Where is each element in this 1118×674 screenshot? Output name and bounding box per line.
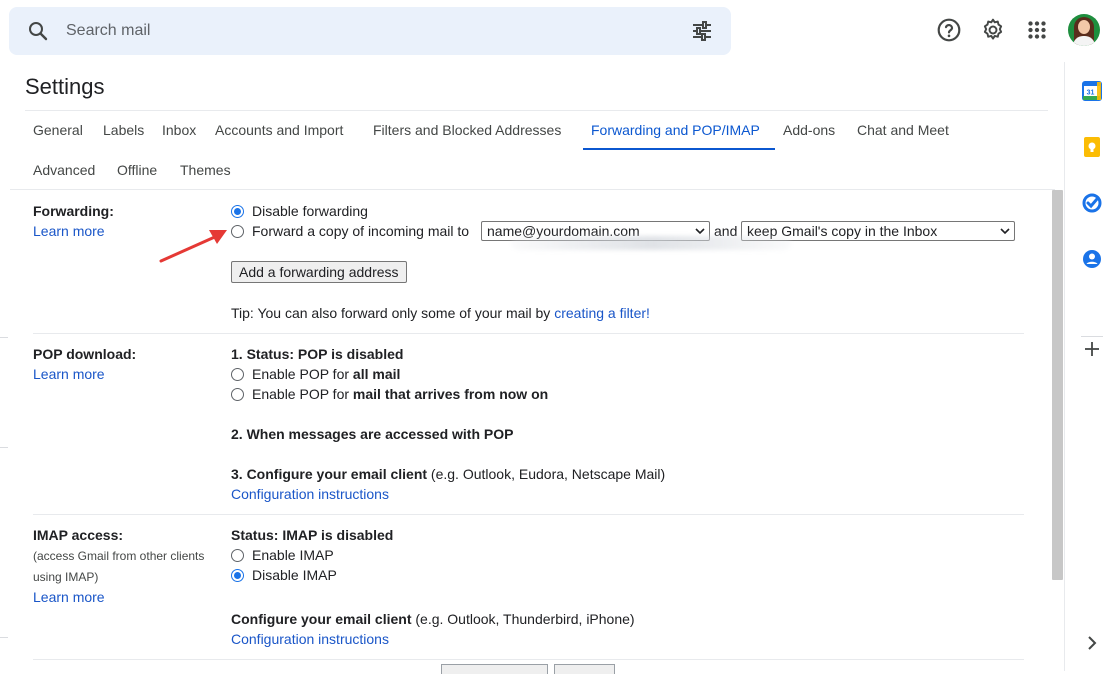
imap-configuration-instructions-link[interactable]: Configuration instructions (231, 631, 389, 647)
section-divider (33, 514, 1024, 515)
avatar-face (1078, 20, 1090, 34)
svg-text:31: 31 (1087, 90, 1095, 97)
left-edge-mark (0, 637, 8, 638)
tab-labels[interactable]: Labels (103, 122, 144, 138)
cancel-button[interactable] (554, 664, 615, 674)
tab-accounts-and-import[interactable]: Accounts and Import (215, 122, 343, 138)
search-input[interactable]: Search mail (66, 22, 150, 40)
tabs-bottom-divider (10, 189, 1055, 190)
pop-accessed-heading: 2. When messages are accessed with POP (231, 426, 514, 442)
red-arrow-annotation (159, 230, 227, 263)
help-icon[interactable] (936, 17, 962, 43)
imap-learn-more-link[interactable]: Learn more (33, 589, 105, 605)
left-edge-mark (0, 337, 8, 338)
pop-configure-note: (e.g. Outlook, Eudora, Netscape Mail) (427, 466, 666, 482)
keep-icon[interactable] (1081, 136, 1103, 158)
pop-learn-more-link[interactable]: Learn more (33, 366, 105, 382)
forwarding-tip-text: Tip: You can also forward only some of y… (231, 305, 555, 321)
page-title: Settings (25, 74, 105, 99)
tab-add-ons[interactable]: Add-ons (783, 122, 835, 138)
tune-icon[interactable] (690, 19, 714, 43)
forwarding-tip: Tip: You can also forward only some of y… (231, 305, 650, 321)
creating-filter-link[interactable]: creating a filter! (554, 305, 650, 321)
enable-imap-label: Enable IMAP (252, 547, 334, 563)
active-tab-indicator (583, 148, 775, 150)
pop-configuration-instructions-link[interactable]: Configuration instructions (231, 486, 389, 502)
tab-chat-and-meet[interactable]: Chat and Meet (857, 122, 949, 138)
imap-access-label: IMAP access: (33, 527, 124, 543)
enable-pop-now-radio[interactable] (231, 388, 244, 401)
tab-filters-and-blocked[interactable]: Filters and Blocked Addresses (373, 122, 561, 138)
enable-pop-all-radio[interactable] (231, 368, 244, 381)
imap-subtext-2: using IMAP) (33, 570, 99, 584)
search-icon[interactable] (26, 19, 50, 43)
chevron-right-icon[interactable] (1081, 632, 1103, 654)
pop-download-label: POP download: (33, 346, 137, 362)
tab-themes[interactable]: Themes (180, 162, 231, 178)
section-divider (33, 659, 1024, 660)
enable-pop-now-prefix: Enable POP for (252, 386, 353, 402)
forwarding-label: Forwarding: (33, 203, 114, 219)
tab-advanced[interactable]: Advanced (33, 162, 95, 178)
tab-inbox[interactable]: Inbox (162, 122, 196, 138)
section-divider (33, 333, 1024, 334)
gear-icon[interactable] (980, 17, 1006, 43)
imap-status: Status: IMAP is disabled (231, 527, 394, 543)
plus-icon[interactable] (1081, 338, 1103, 360)
tab-general[interactable]: General (33, 122, 83, 138)
enable-pop-now-bold: mail that arrives from now on (352, 386, 549, 402)
enable-pop-now-label: Enable POP for mail that arrives from no… (252, 386, 548, 402)
search-bar[interactable]: Search mail (9, 7, 731, 55)
left-edge-mark (0, 447, 8, 448)
tasks-icon[interactable] (1081, 192, 1103, 214)
settings-scrollbar[interactable] (1052, 190, 1063, 580)
tab-forwarding-pop-imap[interactable]: Forwarding and POP/IMAP (591, 122, 760, 138)
disabled-pop-select-blur (511, 236, 791, 250)
pop-configure-line: 3. Configure your email client (e.g. Out… (231, 466, 665, 482)
enable-pop-all-label: Enable POP for all mail (252, 366, 400, 382)
side-panel-divider (1081, 336, 1103, 337)
tabs-top-divider (25, 110, 1048, 111)
imap-configure-line: Configure your email client (e.g. Outloo… (231, 611, 635, 627)
contacts-icon[interactable] (1081, 248, 1103, 270)
chevron-down-icon (1000, 228, 1010, 235)
avatar[interactable] (1068, 14, 1100, 46)
enable-pop-all-prefix: Enable POP for (252, 366, 353, 382)
pop-status: 1. Status: POP is disabled (231, 346, 404, 362)
pop-configure-heading: 3. Configure your email client (231, 466, 428, 482)
tab-offline[interactable]: Offline (117, 162, 157, 178)
disable-forwarding-label: Disable forwarding (252, 203, 368, 219)
add-forwarding-address-button[interactable]: Add a forwarding address (231, 261, 407, 283)
forward-copy-label: Forward a copy of incoming mail to (252, 223, 470, 239)
disable-imap-radio[interactable] (231, 569, 244, 582)
side-panel: 31 (1064, 62, 1118, 671)
apps-grid-icon[interactable] (1024, 17, 1050, 43)
imap-subtext-1: (access Gmail from other clients (33, 549, 205, 563)
enable-imap-radio[interactable] (231, 549, 244, 562)
imap-configure-note: (e.g. Outlook, Thunderbird, iPhone) (411, 611, 635, 627)
top-bar: Search mail (0, 0, 1118, 62)
enable-pop-all-bold: all mail (352, 366, 401, 382)
forwarding-learn-more-link[interactable]: Learn more (33, 223, 105, 239)
calendar-icon[interactable]: 31 (1081, 80, 1103, 102)
imap-configure-heading: Configure your email client (231, 611, 412, 627)
disable-forwarding-radio[interactable] (231, 205, 244, 218)
disable-imap-label: Disable IMAP (252, 567, 337, 583)
save-changes-button[interactable] (441, 664, 548, 674)
chevron-down-icon (695, 228, 705, 235)
